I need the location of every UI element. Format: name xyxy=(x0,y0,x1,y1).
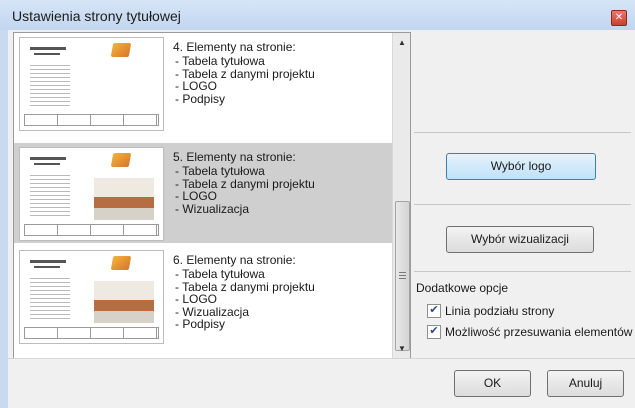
dialog-body: 4. Elementy na stronie: - Tabela tytułow… xyxy=(8,30,635,408)
separator xyxy=(414,132,631,133)
logo-icon xyxy=(110,43,132,57)
ok-button[interactable]: OK xyxy=(454,370,531,397)
close-icon[interactable]: ✕ xyxy=(611,10,627,26)
visualization-image xyxy=(94,178,154,220)
window-title: Ustawienia strony tytułowej xyxy=(12,8,181,24)
cancel-button[interactable]: Anuluj xyxy=(547,370,624,397)
item-description: 4. Elementy na stronie: - Tabela tytułow… xyxy=(173,41,315,105)
arrow-down-icon[interactable]: ▼ xyxy=(393,341,410,357)
separator xyxy=(414,204,631,205)
options-label: Dodatkowe opcje xyxy=(416,281,509,295)
page-preview-thumbnail xyxy=(19,147,164,241)
visualization-image xyxy=(94,281,154,323)
logo-icon xyxy=(110,256,132,270)
item-bullet: - LOGO xyxy=(175,292,218,307)
page-preview-thumbnail xyxy=(19,37,164,131)
page-preview-thumbnail xyxy=(19,250,164,344)
checkbox-label: Możliwość przesuwania elementów xyxy=(445,325,633,339)
item-bullet: - Wizualizacja xyxy=(175,201,250,216)
list-item[interactable]: 5. Elementy na stronie: - Tabela tytułow… xyxy=(14,143,392,243)
vertical-scrollbar[interactable]: ▲ ▼ xyxy=(392,33,410,358)
arrow-up-icon[interactable]: ▲ xyxy=(393,35,410,51)
item-bullet: - Tabela tytułowa xyxy=(175,267,265,282)
item-description: 6. Elementy na stronie: - Tabela tytułow… xyxy=(173,253,315,332)
item-bullet: - LOGO xyxy=(175,189,218,204)
select-visualization-button[interactable]: Wybór wizualizacji xyxy=(446,226,594,253)
item-bullet: - Podpisy xyxy=(175,91,226,106)
item-title: 4. Elementy na stronie: xyxy=(173,40,296,54)
item-bullet: - LOGO xyxy=(175,79,218,94)
grip-icon xyxy=(399,272,406,279)
logo-icon xyxy=(110,153,132,167)
title-bar[interactable]: Ustawienia strony tytułowej ✕ xyxy=(0,0,635,30)
item-description: 5. Elementy na stronie: - Tabela tytułow… xyxy=(173,151,315,215)
item-bullet: - Tabela tytułowa xyxy=(175,164,265,179)
separator xyxy=(414,271,631,272)
dialog-window: Ustawienia strony tytułowej ✕ 4. Element… xyxy=(0,0,635,408)
checkbox-icon[interactable]: ✔ xyxy=(427,325,441,339)
separator xyxy=(8,358,635,359)
select-logo-button[interactable]: Wybór logo xyxy=(446,153,596,180)
scrollbar-thumb[interactable] xyxy=(395,201,410,351)
item-bullet: - Tabela tytułowa xyxy=(175,54,265,69)
item-bullet: - Podpisy xyxy=(175,317,226,332)
layout-list[interactable]: 4. Elementy na stronie: - Tabela tytułow… xyxy=(13,32,411,359)
checkbox-icon[interactable]: ✔ xyxy=(427,304,441,318)
list-item[interactable]: 4. Elementy na stronie: - Tabela tytułow… xyxy=(14,33,392,133)
item-title: 6. Elementy na stronie: xyxy=(173,253,296,267)
item-title: 5. Elementy na stronie: xyxy=(173,150,296,164)
list-item[interactable]: 6. Elementy na stronie: - Tabela tytułow… xyxy=(14,246,392,346)
checkbox-label: Linia podziału strony xyxy=(445,304,555,318)
